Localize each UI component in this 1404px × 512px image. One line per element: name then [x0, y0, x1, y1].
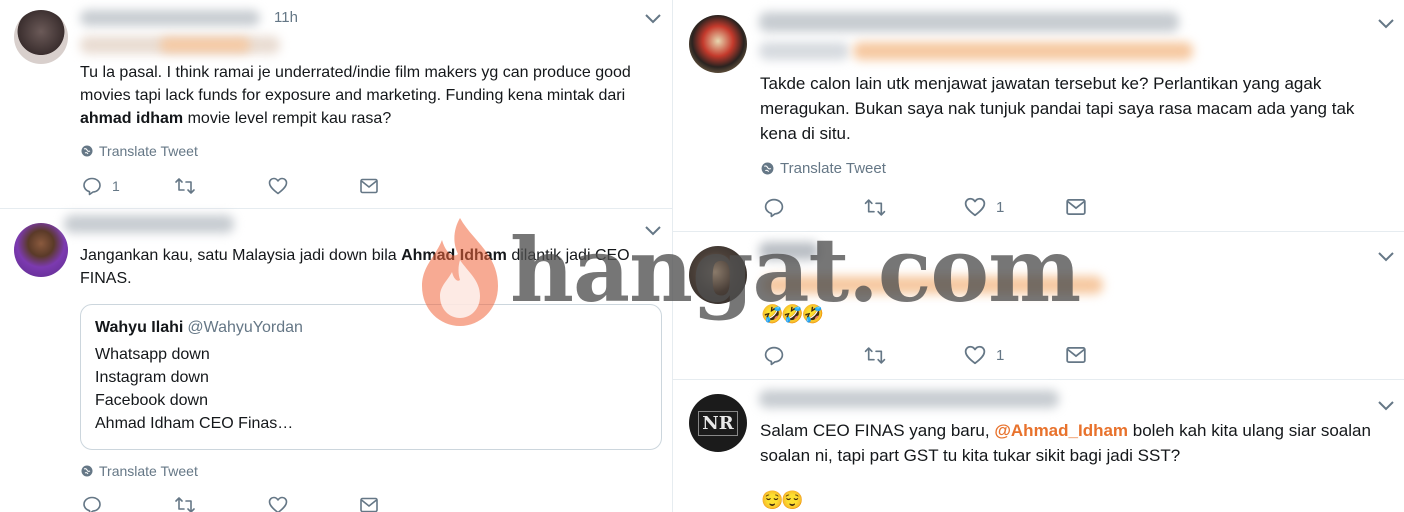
- globe-icon: [81, 465, 93, 477]
- retweet-button[interactable]: [174, 176, 196, 196]
- chevron-down-icon[interactable]: [1377, 18, 1395, 30]
- avatar[interactable]: [689, 15, 747, 73]
- heart-icon: [268, 496, 288, 512]
- like-button[interactable]: [268, 177, 288, 195]
- blurred-mentions: [763, 276, 1103, 294]
- direct-message-button[interactable]: [1065, 197, 1087, 217]
- envelope-icon: [1065, 197, 1087, 217]
- left-tweet-column: 11h Tu la pasal. I think ramai je underr…: [0, 0, 672, 512]
- right-tweet-column: Takde calon lain utk menjawat jawatan te…: [672, 0, 1404, 512]
- translate-label: Translate Tweet: [99, 143, 198, 159]
- blurred-username: [80, 10, 260, 26]
- direct-message-button[interactable]: [359, 496, 379, 512]
- tweet-text-part: Jangankan kau, satu Malaysia jadi down b…: [80, 247, 402, 264]
- reply-icon: [82, 176, 102, 196]
- avatar[interactable]: NR: [689, 394, 747, 452]
- tweet-text: Jangankan kau, satu Malaysia jadi down b…: [80, 244, 660, 290]
- highlighted-keyword: Ahmad Idham: [401, 247, 507, 264]
- heart-icon: [964, 345, 986, 365]
- avatar-label: NR: [698, 410, 738, 436]
- globe-icon: [81, 145, 93, 157]
- reply-button[interactable]: 1: [82, 176, 120, 196]
- reply-button[interactable]: [82, 495, 102, 512]
- envelope-icon: [359, 496, 379, 512]
- tweet-3[interactable]: Takde calon lain utk menjawat jawatan te…: [673, 0, 1404, 231]
- retweet-button[interactable]: [174, 495, 196, 512]
- tweet-text-part: Salam CEO FINAS yang baru,: [760, 421, 995, 440]
- tweet-4[interactable]: 🤣🤣🤣 1: [673, 231, 1404, 379]
- reply-count: 1: [112, 178, 120, 194]
- blurred-mentions: [853, 42, 1193, 60]
- direct-message-button[interactable]: [1065, 345, 1087, 365]
- retweet-button[interactable]: [863, 197, 887, 218]
- retweet-icon: [863, 345, 887, 366]
- like-count: 1: [996, 346, 1005, 364]
- like-button[interactable]: [268, 496, 288, 512]
- avatar[interactable]: [14, 10, 68, 64]
- reply-button[interactable]: [763, 197, 785, 218]
- like-button[interactable]: 1: [964, 345, 1004, 365]
- reply-icon: [763, 345, 785, 366]
- chevron-down-icon[interactable]: [644, 13, 662, 25]
- tweet-text-part: Tu la pasal. I think ramai je underrated…: [80, 64, 631, 104]
- highlighted-keyword: ahmad idham: [80, 110, 184, 127]
- blurred-username: [759, 12, 1179, 32]
- reply-button[interactable]: [763, 345, 785, 366]
- blurred-mention: [160, 38, 250, 52]
- retweet-button[interactable]: [863, 345, 887, 366]
- reply-icon: [763, 197, 785, 218]
- quoted-tweet-text: Whatsapp down Instagram down Facebook do…: [95, 346, 294, 432]
- globe-icon: [761, 162, 774, 175]
- blurred-username: [64, 215, 234, 233]
- tweet-text: Salam CEO FINAS yang baru, @Ahmad_Idham …: [760, 418, 1400, 468]
- like-button[interactable]: 1: [964, 197, 1004, 217]
- retweet-icon: [174, 176, 196, 196]
- chevron-down-icon[interactable]: [644, 225, 662, 237]
- like-count: 1: [996, 198, 1005, 216]
- tweet-5[interactable]: NR Salam CEO FINAS yang baru, @Ahmad_Idh…: [673, 379, 1404, 512]
- mention-link[interactable]: @Ahmad_Idham: [994, 421, 1128, 440]
- translate-tweet-link[interactable]: Translate Tweet: [81, 143, 198, 159]
- heart-icon: [268, 177, 288, 195]
- tweet-2[interactable]: Jangankan kau, satu Malaysia jadi down b…: [0, 208, 672, 512]
- direct-message-button[interactable]: [359, 177, 379, 195]
- blurred-username: [759, 390, 1059, 408]
- tweet-timestamp[interactable]: 11h: [274, 9, 298, 26]
- quoted-author-name: Wahyu Ilahi: [95, 319, 184, 336]
- retweet-icon: [863, 197, 887, 218]
- quoted-author-handle: @WahyuYordan: [187, 319, 303, 336]
- chevron-down-icon[interactable]: [1377, 251, 1395, 263]
- emoji-reaction: 😌😌: [761, 490, 804, 510]
- tweet-text: Tu la pasal. I think ramai je underrated…: [80, 61, 660, 130]
- tweet-text-part: movie level rempit kau rasa?: [183, 110, 392, 127]
- avatar[interactable]: [689, 246, 747, 304]
- tweet-text: Takde calon lain utk menjawat jawatan te…: [760, 74, 1355, 143]
- blurred-reply-label: [759, 42, 849, 60]
- blurred-username: [759, 242, 819, 260]
- envelope-icon: [359, 177, 379, 195]
- translate-label: Translate Tweet: [780, 160, 886, 177]
- heart-icon: [964, 197, 986, 217]
- chevron-down-icon[interactable]: [1377, 400, 1395, 412]
- retweet-icon: [174, 495, 196, 512]
- avatar[interactable]: [14, 223, 68, 277]
- translate-tweet-link[interactable]: Translate Tweet: [81, 463, 198, 479]
- quoted-tweet[interactable]: Wahyu Ilahi @WahyuYordan Whatsapp down In…: [80, 304, 662, 450]
- translate-label: Translate Tweet: [99, 463, 198, 479]
- reply-icon: [82, 495, 102, 512]
- tweet-1[interactable]: 11h Tu la pasal. I think ramai je underr…: [0, 0, 672, 208]
- quoted-tweet-header: Wahyu Ilahi @WahyuYordan: [95, 319, 303, 337]
- envelope-icon: [1065, 345, 1087, 365]
- translate-tweet-link[interactable]: Translate Tweet: [761, 160, 886, 177]
- emoji-reaction: 🤣🤣🤣: [761, 304, 824, 324]
